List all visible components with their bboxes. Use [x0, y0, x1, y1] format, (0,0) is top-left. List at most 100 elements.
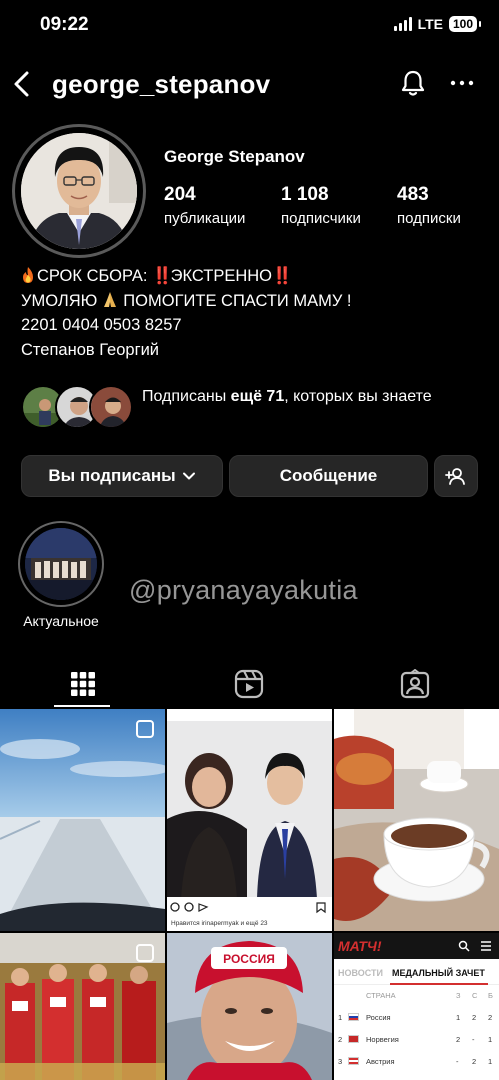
profile-avatar[interactable] [12, 124, 146, 258]
bio-line-1a: СРОК СБОРА: [37, 267, 153, 285]
alert-icon: ‼️ [272, 267, 292, 285]
row-silver: 2 [472, 1057, 477, 1066]
profile-tabs [0, 660, 499, 708]
bell-icon[interactable] [398, 68, 428, 98]
highlight-ring [18, 521, 104, 607]
tab-tagged[interactable] [332, 660, 498, 708]
bio-line-4: Степанов Георгий [21, 340, 160, 359]
carousel-icon [136, 944, 154, 962]
stat-posts-label: публикации [164, 210, 246, 227]
avatar [89, 385, 133, 429]
row-rank: 2 [338, 1035, 343, 1044]
mutual-followers-avatars[interactable] [21, 385, 133, 431]
highlight-label: Актуальное [23, 613, 99, 629]
grid-post[interactable] [334, 709, 499, 931]
profile-header: george_stepanov [0, 60, 499, 108]
grid-post[interactable] [0, 709, 165, 931]
bio-line-2: УМОЛЯЮ ПОМОГИТЕ СПАСТИ МАМУ ! [21, 289, 352, 314]
suggested-people-button[interactable] [434, 455, 478, 497]
highlight-cover [25, 528, 97, 600]
col-silver: С [472, 991, 478, 1000]
row-silver: 2 [472, 1013, 477, 1022]
status-time: 09:22 [40, 14, 89, 35]
page-title: george_stepanov [52, 69, 271, 99]
stat-followers-value: 1 108 [281, 184, 329, 205]
tab-reels[interactable] [166, 660, 332, 708]
following-button-label: Вы подписаны [48, 466, 176, 485]
highlight-item[interactable]: Актуальное [16, 521, 106, 629]
watermark: @pryanayayakutia [129, 575, 358, 605]
grid-post[interactable]: РОССИЯ [167, 933, 332, 1080]
flag-icon [348, 1013, 359, 1021]
row-country: Австрия [366, 1057, 395, 1066]
message-button-label: Сообщение [279, 466, 378, 485]
search-icon [458, 940, 470, 952]
stat-following[interactable]: 483 подписки [397, 184, 461, 227]
add-person-icon [445, 468, 465, 485]
signal-icon [393, 17, 412, 31]
stat-followers[interactable]: 1 108 подписчики [281, 184, 361, 227]
flag-icon [348, 1057, 359, 1065]
table-row: 1 Россия 1 2 2 [334, 1007, 499, 1029]
status-indicators: LTE 100 [393, 16, 482, 32]
full-name: George Stepanov [164, 147, 305, 166]
carousel-icon [136, 720, 154, 738]
bio: СРОК СБОРА: ‼️ЭКСТРЕННО‼️ УМОЛЯЮ ПОМОГИТ… [21, 264, 352, 362]
match-header: МАТЧ! [334, 933, 499, 959]
menu-icon [481, 941, 491, 951]
alert-icon: ‼️ [152, 267, 172, 285]
table-row: 3 Австрия - 2 1 [334, 1051, 499, 1073]
praying-hands-icon [104, 291, 117, 307]
bio-line-2b: ПОМОГИТЕ СПАСТИ МАМУ ! [123, 291, 352, 310]
posts-grid: Нравится irinapermyak и ещё 23 РОССИЯ МА… [0, 709, 499, 1080]
stat-posts-value: 204 [164, 184, 196, 205]
following-button[interactable]: Вы подписаны [21, 455, 223, 497]
grid-post[interactable]: Нравится irinapermyak и ещё 23 [167, 709, 332, 931]
col-country: СТРАНА [366, 991, 396, 1000]
tagged-icon [400, 669, 430, 699]
back-icon[interactable] [10, 66, 34, 102]
battery-icon: 100 [448, 16, 482, 32]
row-rank: 3 [338, 1057, 343, 1066]
col-bronze: Б [488, 991, 493, 1000]
mutual-count: ещё 71 [230, 388, 285, 405]
chevron-down-icon [182, 472, 195, 480]
tab-news: НОВОСТИ [338, 968, 384, 978]
bio-card-number: 2201 0404 0503 8257 [21, 316, 182, 334]
row-gold: 1 [456, 1013, 461, 1022]
mutual-suffix: , которых вы знаете [284, 388, 432, 405]
row-gold: - [456, 1057, 459, 1066]
message-button[interactable]: Сообщение [229, 455, 428, 497]
match-tabs: НОВОСТИ МЕДАЛЬНЫЙ ЗАЧЕТ [334, 959, 499, 985]
network-type: LTE [417, 16, 443, 32]
row-bronze: 2 [488, 1013, 493, 1022]
status-bar: 09:22 LTE 100 [0, 0, 499, 52]
avatar [21, 133, 137, 249]
stat-following-label: подписки [397, 210, 461, 227]
row-silver: - [472, 1035, 475, 1044]
table-row: 2 Норвегия 2 - 1 [334, 1029, 499, 1051]
stat-posts[interactable]: 204 публикации [164, 184, 245, 227]
row-bronze: 1 [488, 1035, 493, 1044]
mutual-prefix: Подписаны [142, 388, 231, 405]
hat-text: РОССИЯ [223, 952, 275, 966]
tab-posts[interactable] [0, 660, 166, 708]
mutual-followers-text[interactable]: Подписаны ещё 71, которых вы знаете [142, 384, 442, 409]
grid-post[interactable]: МАТЧ! НОВОСТИ МЕДАЛЬНЫЙ ЗАЧЕТ СТРАНА З С… [334, 933, 499, 1080]
medal-table: СТРАНА З С Б 1 Россия 1 2 2 2 Норвегия 2… [334, 985, 499, 1080]
more-icon[interactable] [448, 70, 476, 96]
match-logo: МАТЧ! [338, 938, 382, 954]
tab-medals: МЕДАЛЬНЫЙ ЗАЧЕТ [392, 968, 485, 978]
active-tab-indicator [54, 705, 110, 707]
bio-line-1: СРОК СБОРА: ‼️ЭКСТРЕННО‼️ [21, 264, 352, 289]
bio-line-1b: ЭКСТРЕННО [170, 267, 273, 285]
grid-icon [71, 672, 95, 696]
reels-icon [234, 669, 264, 699]
fire-icon [23, 267, 33, 283]
row-rank: 1 [338, 1013, 343, 1022]
flag-icon [348, 1035, 359, 1043]
grid-post[interactable] [0, 933, 165, 1080]
stat-following-value: 483 [397, 184, 429, 205]
col-gold: З [456, 991, 461, 1000]
stat-followers-label: подписчики [281, 210, 361, 227]
